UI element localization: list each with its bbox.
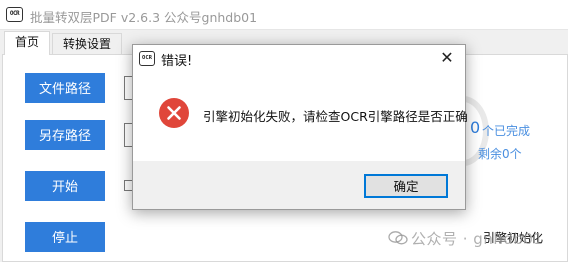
- file-path-button[interactable]: 文件路径: [25, 73, 105, 103]
- remaining-label: 剩余0个: [478, 147, 522, 161]
- dialog-titlebar: OCR 错误! ✕: [133, 45, 465, 73]
- watermark-text: 公众号 · gnhdb01: [411, 230, 544, 248]
- main-titlebar: OCR 批量转双层PDF v2.6.3 公众号gnhdb01: [0, 0, 568, 30]
- error-message: 引擎初始化失败，请检查OCR引擎路径是否正确: [203, 109, 468, 124]
- ocr-app-icon: OCR: [6, 7, 23, 22]
- completed-count: 0: [470, 118, 481, 137]
- ocr-dialog-icon: OCR: [139, 51, 155, 66]
- start-button[interactable]: 开始: [25, 171, 105, 201]
- save-path-button[interactable]: 另存路径: [25, 120, 105, 150]
- dialog-footer: 确定: [133, 161, 465, 209]
- wechat-icon: [388, 231, 408, 245]
- stop-button[interactable]: 停止: [25, 222, 105, 252]
- ok-button[interactable]: 确定: [364, 174, 448, 198]
- error-x-icon: [159, 98, 189, 128]
- completed-label: 个已完成: [482, 124, 531, 138]
- dialog-body: 引擎初始化失败，请检查OCR引擎路径是否正确: [133, 73, 468, 161]
- close-icon[interactable]: ✕: [437, 48, 457, 68]
- tab-home[interactable]: 首页: [4, 31, 50, 55]
- app-root: OCR 批量转双层PDF v2.6.3 公众号gnhdb01 首页 转换设置 文…: [0, 0, 568, 262]
- main-window-title: 批量转双层PDF v2.6.3 公众号gnhdb01: [30, 10, 258, 25]
- tab-conversion-settings[interactable]: 转换设置: [52, 33, 122, 54]
- error-dialog: OCR 错误! ✕ 引擎初始化失败，请检查OCR引擎路径是否正确 确定: [132, 44, 468, 210]
- dialog-title: 错误!: [161, 54, 193, 69]
- wechat-watermark: 公众号 · gnhdb01: [388, 228, 543, 249]
